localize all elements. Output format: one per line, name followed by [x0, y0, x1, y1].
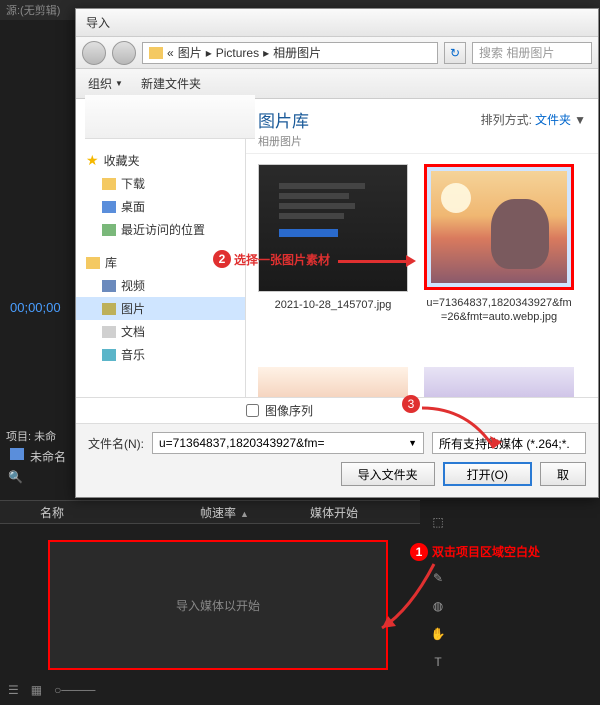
- dialog-title: 导入: [76, 9, 598, 37]
- file-name-2: u=71364837,1820343927&fm=26&fmt=auto.web…: [424, 296, 574, 325]
- col-fps[interactable]: 帧速率▲: [200, 504, 310, 521]
- image-sequence-checkbox[interactable]: [246, 404, 259, 417]
- zoom-slider[interactable]: ○────: [54, 683, 95, 697]
- tree-music[interactable]: 音乐: [76, 343, 245, 366]
- search-icon[interactable]: 🔍: [8, 470, 24, 486]
- tool-marquee-icon[interactable]: ⬚: [432, 515, 443, 529]
- refresh-button[interactable]: ↻: [444, 42, 466, 64]
- library-icon: [86, 257, 100, 269]
- tree-pictures[interactable]: 图片: [76, 297, 245, 320]
- tree-recent[interactable]: 最近访问的位置: [76, 218, 245, 241]
- tree-desktop[interactable]: 桌面: [76, 195, 245, 218]
- media-drop-zone[interactable]: 导入媒体以开始: [48, 540, 388, 670]
- star-icon: ★: [86, 152, 99, 169]
- annotation-2: 2选择一张图片素材: [213, 250, 330, 268]
- folder-tree: ★收藏夹 下载 桌面 最近访问的位置 库 视频 图片 文档 音乐: [76, 99, 246, 397]
- drop-hint: 导入媒体以开始: [176, 597, 260, 614]
- desktop-icon: [102, 201, 116, 213]
- file-content-pane: 图片库 相册图片 排列方式: 文件夹 ▼ 2021-10-28_145707.j…: [246, 99, 598, 397]
- annotation-3: 3: [402, 395, 420, 413]
- organize-button[interactable]: 组织▼: [88, 75, 123, 92]
- picture-icon: [102, 303, 116, 315]
- tree-documents[interactable]: 文档: [76, 320, 245, 343]
- filename-label: 文件名(N):: [88, 435, 144, 452]
- music-icon: [102, 349, 116, 361]
- library-subtitle: 相册图片: [258, 133, 309, 149]
- tool-hand-icon[interactable]: ✋: [431, 627, 446, 641]
- file-thumb-1[interactable]: 2021-10-28_145707.jpg: [258, 164, 408, 312]
- tool-column: ⬚ ↔ ✎ ◍ ✋ T: [426, 515, 450, 669]
- cancel-button[interactable]: 取: [540, 462, 586, 486]
- file-thumb-4[interactable]: [424, 367, 574, 397]
- project-panel-label: 项目: 未命: [6, 428, 56, 444]
- import-folder-button[interactable]: 导入文件夹: [341, 462, 435, 486]
- search-input[interactable]: 搜索 相册图片: [472, 42, 592, 64]
- file-thumb-2[interactable]: u=71364837,1820343927&fm=26&fmt=auto.web…: [424, 164, 574, 325]
- tree-downloads[interactable]: 下载: [76, 172, 245, 195]
- breadcrumb[interactable]: « 图片▸ Pictures▸ 相册图片: [142, 42, 438, 64]
- nav-fwd-button[interactable]: [112, 41, 136, 65]
- col-name[interactable]: 名称: [40, 504, 200, 521]
- new-folder-button[interactable]: 新建文件夹: [141, 75, 201, 92]
- file-name-1: 2021-10-28_145707.jpg: [258, 298, 408, 312]
- filename-input[interactable]: u=71364837,1820343927&fm=▼: [152, 432, 424, 454]
- tree-videos[interactable]: 视频: [76, 274, 245, 297]
- tool-pen-icon[interactable]: ✎: [433, 571, 443, 585]
- tool-type-icon[interactable]: T: [434, 655, 441, 669]
- annotation-1: 1双击项目区域空白处: [410, 543, 540, 561]
- download-icon: [102, 178, 116, 190]
- timecode: 00;00;00: [10, 300, 61, 315]
- project-table-header: 名称 帧速率▲ 媒体开始: [0, 500, 420, 524]
- open-button[interactable]: 打开(O): [443, 462, 532, 486]
- file-thumb-3[interactable]: [258, 367, 408, 397]
- document-icon: [102, 326, 116, 338]
- tool-ellipse-icon[interactable]: ◍: [433, 599, 443, 613]
- dialog-nav: « 图片▸ Pictures▸ 相册图片 ↻ 搜索 相册图片: [76, 37, 598, 69]
- project-name: 未命名: [30, 448, 66, 465]
- folder-icon: [149, 47, 163, 59]
- image-sequence-label: 图像序列: [265, 402, 313, 419]
- library-title: 图片库: [258, 107, 309, 132]
- video-icon: [102, 280, 116, 292]
- image-sequence-row: 图像序列: [76, 397, 598, 423]
- nav-back-button[interactable]: [82, 41, 106, 65]
- import-dialog: 导入 « 图片▸ Pictures▸ 相册图片 ↻ 搜索 相册图片 组织▼ 新建…: [75, 8, 599, 498]
- tree-favorites[interactable]: ★收藏夹: [76, 149, 245, 172]
- tree-blank-header: [85, 95, 255, 139]
- project-icon: [10, 448, 24, 460]
- sort-asc-icon: ▲: [240, 509, 249, 519]
- thumb-view-icon[interactable]: ▦: [31, 683, 42, 697]
- arrange-by[interactable]: 排列方式: 文件夹 ▼: [481, 111, 586, 128]
- col-start[interactable]: 媒体开始: [310, 504, 400, 521]
- list-view-icon[interactable]: ☰: [8, 683, 19, 697]
- filetype-filter[interactable]: 所有支持的媒体 (*.264;*.: [432, 432, 586, 454]
- project-footer-icons: ☰ ▦ ○────: [8, 683, 95, 697]
- recent-icon: [102, 224, 116, 236]
